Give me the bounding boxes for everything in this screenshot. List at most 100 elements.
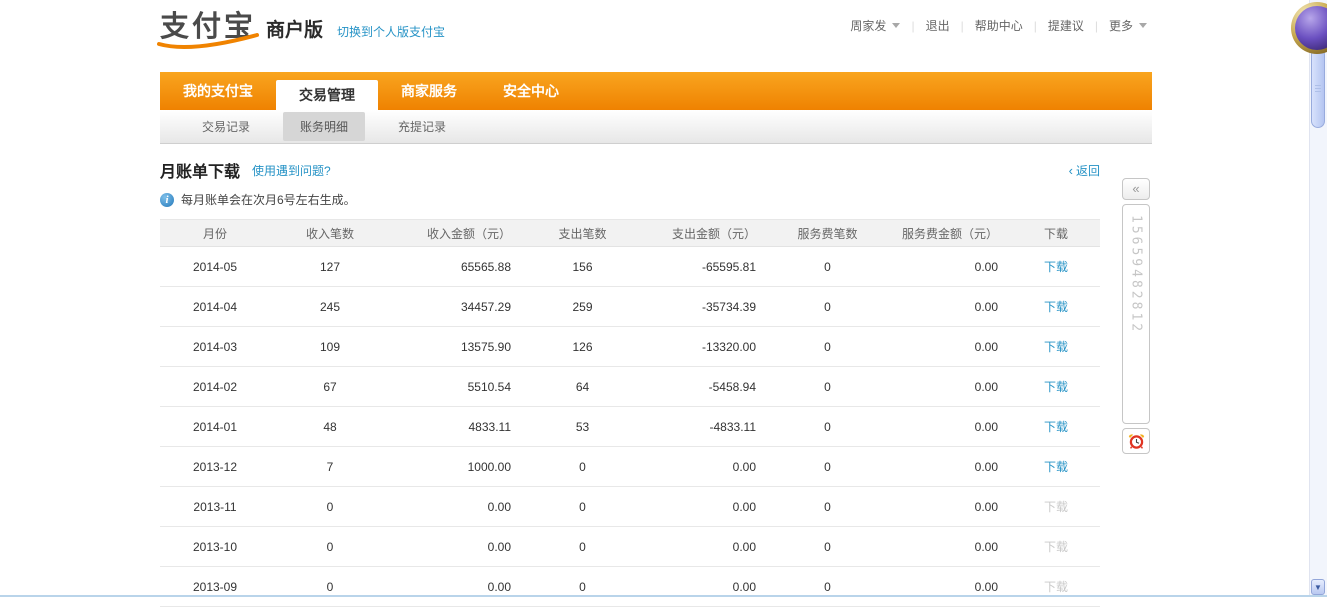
monthly-bill-table: 月份 收入笔数 收入金额（元） 支出笔数 支出金额（元） 服务费笔数 服务费金额… xyxy=(160,219,1100,607)
cell-fee-amount: 0.00 xyxy=(885,487,1012,527)
download-link[interactable]: 下载 xyxy=(1044,260,1068,274)
table-row: 2013-11 0 0.00 0 0.00 0 0.00 下载 xyxy=(160,487,1100,527)
cell-income-count: 0 xyxy=(270,527,390,567)
download-link[interactable]: 下载 xyxy=(1044,300,1068,314)
table-row: 2014-02 67 5510.54 64 -5458.94 0 0.00 下载 xyxy=(160,367,1100,407)
title-row: 月账单下载 使用遇到问题? ‹返回 xyxy=(160,158,1100,182)
cell-fee-count: 0 xyxy=(770,407,885,447)
table-header-row: 月份 收入笔数 收入金额（元） 支出笔数 支出金额（元） 服务费笔数 服务费金额… xyxy=(160,220,1100,247)
cell-income-amount: 34457.29 xyxy=(390,287,525,327)
cell-expense-count: 64 xyxy=(525,367,640,407)
cell-fee-count: 0 xyxy=(770,367,885,407)
cell-income-amount: 5510.54 xyxy=(390,367,525,407)
username-menu[interactable]: 周家发 xyxy=(850,17,900,34)
col-month: 月份 xyxy=(160,220,270,247)
logout-link[interactable]: 退出 xyxy=(926,17,950,34)
cell-expense-count: 156 xyxy=(525,247,640,287)
cell-expense-amount: -5458.94 xyxy=(640,367,770,407)
table-row: 2013-09 0 0.00 0 0.00 0 0.00 下载 xyxy=(160,567,1100,607)
download-link[interactable]: 下载 xyxy=(1044,460,1068,474)
switch-to-personal-link[interactable]: 切换到个人版支付宝 xyxy=(337,20,445,44)
cell-fee-count: 0 xyxy=(770,447,885,487)
table-row: 2014-03 109 13575.90 126 -13320.00 0 0.0… xyxy=(160,327,1100,367)
browser-scrollbar[interactable]: ▼ xyxy=(1309,0,1327,597)
col-expense-count: 支出笔数 xyxy=(525,220,640,247)
cell-income-count: 48 xyxy=(270,407,390,447)
download-link[interactable]: 下载 xyxy=(1044,340,1068,354)
tab-merchant-services[interactable]: 商家服务 xyxy=(378,72,480,110)
scrollbar-down-arrow[interactable]: ▼ xyxy=(1311,579,1325,595)
download-link[interactable]: 下载 xyxy=(1044,380,1068,394)
cell-fee-amount: 0.00 xyxy=(885,527,1012,567)
cell-fee-count: 0 xyxy=(770,567,885,607)
cell-income-count: 109 xyxy=(270,327,390,367)
orb-core xyxy=(1295,6,1327,50)
cell-month: 2013-09 xyxy=(160,567,270,607)
cell-income-amount: 13575.90 xyxy=(390,327,525,367)
cell-fee-amount: 0.00 xyxy=(885,567,1012,607)
collapse-widget-button[interactable]: « xyxy=(1122,178,1150,200)
cell-expense-amount: -65595.81 xyxy=(640,247,770,287)
more-menu[interactable]: 更多 xyxy=(1109,17,1147,34)
alarm-clock-button[interactable] xyxy=(1122,428,1150,454)
cell-income-amount: 0.00 xyxy=(390,567,525,607)
scrollbar-thumb[interactable] xyxy=(1311,48,1325,128)
cell-fee-amount: 0.00 xyxy=(885,447,1012,487)
cell-expense-count: 53 xyxy=(525,407,640,447)
cell-expense-count: 126 xyxy=(525,327,640,367)
tab-security-center[interactable]: 安全中心 xyxy=(480,72,582,110)
back-link[interactable]: ‹返回 xyxy=(1069,162,1100,179)
subtab-deposit-withdraw-records[interactable]: 充提记录 xyxy=(381,112,463,141)
cell-income-count: 7 xyxy=(270,447,390,487)
contact-phone-number: 15659482812 xyxy=(1129,215,1144,423)
main-content: 月账单下载 使用遇到问题? ‹返回 i 每月账单会在次月6号左右生成。 月份 收… xyxy=(160,158,1100,607)
cell-income-count: 0 xyxy=(270,487,390,527)
col-expense-amount: 支出金额（元） xyxy=(640,220,770,247)
table-row: 2014-05 127 65565.88 156 -65595.81 0 0.0… xyxy=(160,247,1100,287)
main-navbar: 我的支付宝 交易管理 商家服务 安全中心 xyxy=(160,72,1152,110)
cell-expense-count: 0 xyxy=(525,567,640,607)
download-link[interactable]: 下载 xyxy=(1044,420,1068,434)
scrollbar-grip-icon xyxy=(1315,85,1321,93)
cell-fee-amount: 0.00 xyxy=(885,327,1012,367)
cell-expense-amount: -35734.39 xyxy=(640,287,770,327)
cell-month: 2013-10 xyxy=(160,527,270,567)
cell-income-count: 127 xyxy=(270,247,390,287)
back-label: 返回 xyxy=(1076,164,1100,178)
cell-income-amount: 0.00 xyxy=(390,527,525,567)
cell-fee-count: 0 xyxy=(770,247,885,287)
cell-expense-amount: 0.00 xyxy=(640,487,770,527)
menu-divider: | xyxy=(1034,19,1037,33)
cell-fee-amount: 0.00 xyxy=(885,287,1012,327)
tab-transaction-management[interactable]: 交易管理 xyxy=(276,80,378,111)
cell-month: 2014-03 xyxy=(160,327,270,367)
cell-expense-amount: 0.00 xyxy=(640,447,770,487)
table-row: 2014-04 245 34457.29 259 -35734.39 0 0.0… xyxy=(160,287,1100,327)
tab-my-alipay[interactable]: 我的支付宝 xyxy=(160,72,276,110)
floating-contact-widget: « 15659482812 xyxy=(1122,178,1150,454)
cell-income-count: 0 xyxy=(270,567,390,607)
cell-fee-count: 0 xyxy=(770,327,885,367)
cell-expense-count: 0 xyxy=(525,487,640,527)
table-row: 2014-01 48 4833.11 53 -4833.11 0 0.00 下载 xyxy=(160,407,1100,447)
download-link: 下载 xyxy=(1044,580,1068,594)
feedback-link[interactable]: 提建议 xyxy=(1048,17,1084,34)
username-label: 周家发 xyxy=(850,17,886,34)
top-header: 支付宝 商户版 切换到个人版支付宝 周家发 | 退出 | 帮助中心 | 提建议 … xyxy=(0,0,1327,72)
usage-problem-link[interactable]: 使用遇到问题? xyxy=(252,162,331,179)
download-link: 下载 xyxy=(1044,500,1068,514)
subtab-account-details[interactable]: 账务明细 xyxy=(283,112,365,141)
col-fee-count: 服务费笔数 xyxy=(770,220,885,247)
logo-merchant-edition-label: 商户版 xyxy=(266,18,323,44)
help-center-link[interactable]: 帮助中心 xyxy=(975,17,1023,34)
chevron-down-icon xyxy=(1139,23,1147,28)
subtab-transaction-records[interactable]: 交易记录 xyxy=(185,112,267,141)
alipay-logo: 支付宝 商户版 切换到个人版支付宝 xyxy=(160,10,445,44)
cell-fee-amount: 0.00 xyxy=(885,247,1012,287)
cell-income-amount: 4833.11 xyxy=(390,407,525,447)
menu-divider: | xyxy=(1095,19,1098,33)
cell-income-amount: 1000.00 xyxy=(390,447,525,487)
top-menu: 周家发 | 退出 | 帮助中心 | 提建议 | 更多 xyxy=(850,17,1147,34)
cell-month: 2014-01 xyxy=(160,407,270,447)
cell-income-count: 67 xyxy=(270,367,390,407)
